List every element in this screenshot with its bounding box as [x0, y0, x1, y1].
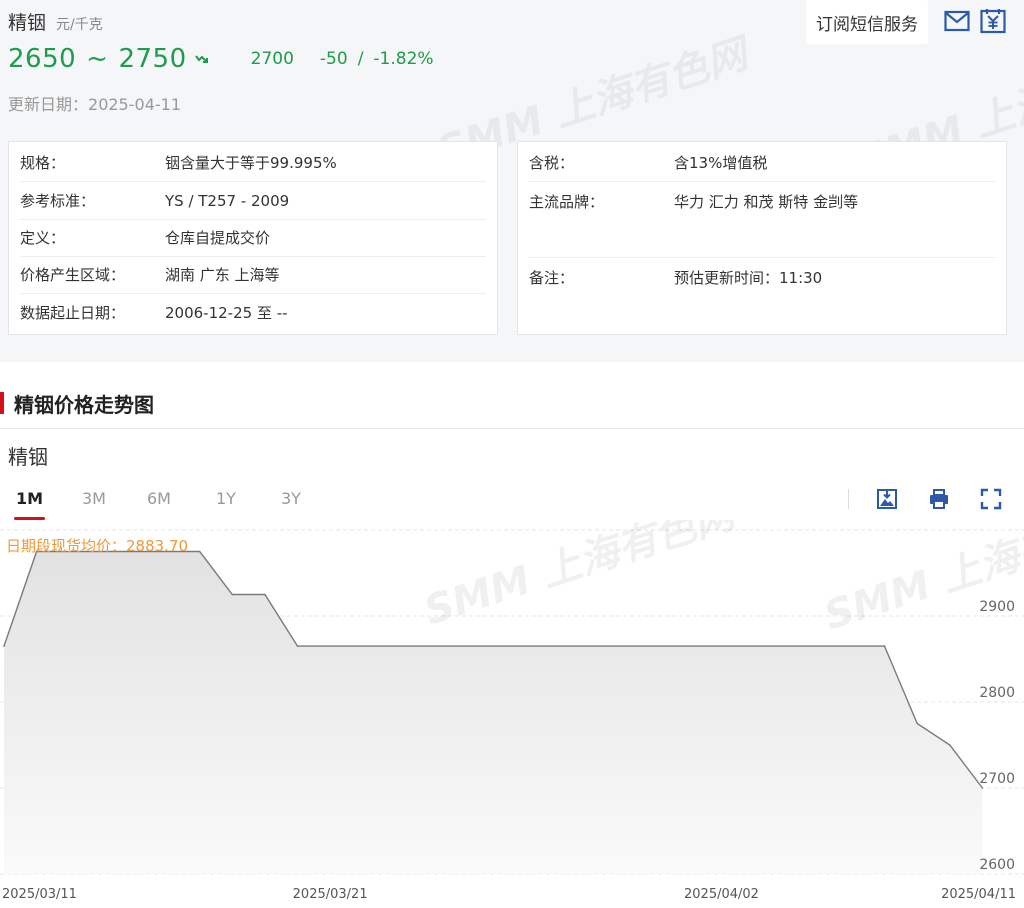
update-label: 更新日期：: [8, 95, 89, 114]
spec-value: 湖南 广东 上海等: [165, 266, 280, 284]
x-tick-label: 2025/03/21: [293, 887, 368, 902]
spec-row: 规格： 铟含量大于等于99.995%: [20, 144, 486, 182]
price-range-low: 2650: [8, 44, 77, 74]
average-price: 2700: [250, 49, 294, 69]
data-point: [198, 550, 201, 553]
trend-section-header: 精铟价格走势图: [0, 386, 154, 420]
subscribe-sms-button[interactable]: 订阅短信服务: [806, 0, 928, 44]
section-title: 精铟价格走势图: [14, 392, 154, 417]
spec-key: 定义：: [20, 229, 66, 247]
tab-3m[interactable]: 3M: [82, 488, 106, 520]
price-unit: 元/千克: [56, 17, 103, 33]
spec-key: 价格产生区域：: [20, 266, 126, 284]
chart-title: 精铟: [8, 445, 48, 469]
y-tick-label: 2700: [979, 771, 1015, 787]
x-tick-label: 2025/04/02: [684, 887, 759, 902]
toolbar-divider: [848, 489, 849, 509]
spec-value: 仓库自提成交价: [165, 229, 271, 247]
data-point: [231, 593, 234, 596]
product-title-row: 精铟 元/千克: [8, 8, 103, 35]
spec-row: 数据起止日期： 2006-12-25 至 --: [20, 293, 486, 331]
download-image-icon[interactable]: [876, 488, 898, 510]
data-point: [981, 787, 984, 789]
spec-value: 2006-12-25 至 --: [165, 303, 288, 322]
update-value: 2025-04-11: [88, 95, 181, 114]
spec-key: 规格：: [20, 154, 66, 172]
spec-row: 备注： 预估更新时间：11:30: [529, 258, 995, 296]
spec-value: 铟含量大于等于99.995%: [165, 154, 337, 172]
price-change-pct: -1.82%: [373, 49, 434, 69]
data-point: [948, 744, 951, 746]
data-point: [883, 645, 886, 647]
data-point: [3, 645, 5, 647]
x-tick-label: 2025/03/11: [2, 887, 77, 902]
price-row: 2650 ~ 2750 2700 -50 / -1.82%: [8, 44, 434, 74]
y-tick-label: 2900: [979, 599, 1015, 615]
tab-3y[interactable]: 3Y: [281, 488, 301, 520]
data-point: [264, 593, 266, 596]
price-trend-chart: SMM 上海有色网 SMM 上海有色网 2600 2700 2800 2900 202…: [0, 520, 1024, 902]
spec-row: 主流品牌： 华力 汇力 和茂 斯特 金剀等: [529, 182, 995, 258]
spec-key: 备注：: [529, 268, 575, 287]
spec-key: 数据起止日期：: [20, 303, 126, 322]
tab-6m[interactable]: 6M: [147, 488, 171, 520]
spec-key: 参考标准：: [20, 192, 96, 210]
product-name: 精铟: [8, 12, 47, 34]
price-change-sep: /: [357, 49, 364, 69]
section-accent-bar: [0, 392, 4, 414]
spec-key: 主流品牌：: [529, 193, 605, 211]
section-divider: [0, 428, 1024, 429]
y-tick-label: 2600: [979, 857, 1015, 873]
spec-value: 华力 汇力 和茂 斯特 金剀等: [674, 193, 859, 211]
price-info-panel: SMM 上海有色网 SMM 上海有色网 精铟 元/千克 2650 ~ 2750 …: [0, 0, 1024, 362]
down-trend-icon: [194, 55, 208, 63]
x-tick-label: 2025/04/11: [941, 887, 1016, 902]
spec-row: 定义： 仓库自提成交价: [20, 219, 486, 257]
spec-row: 参考标准： YS / T257 - 2009: [20, 182, 486, 220]
price-range-tilde: ~: [86, 44, 109, 74]
spec-key: 含税：: [529, 154, 575, 172]
data-point: [916, 722, 918, 725]
period-average-label: 日期段现货均价：2883.70: [6, 537, 189, 555]
price-range-high: 2750: [118, 44, 187, 74]
y-tick-label: 2800: [979, 685, 1015, 701]
spec-row: 价格产生区域： 湖南 广东 上海等: [20, 256, 486, 294]
watermark: SMM 上海有色网: [819, 520, 1024, 640]
tab-1y[interactable]: 1Y: [216, 488, 236, 520]
print-icon[interactable]: [928, 488, 950, 510]
data-point: [296, 645, 299, 647]
yuan-price-icon[interactable]: [980, 8, 1006, 34]
mail-icon[interactable]: [944, 8, 970, 34]
spec-value: 预估更新时间：11:30: [674, 268, 823, 287]
fullscreen-icon[interactable]: [980, 488, 1002, 510]
tab-1m[interactable]: 1M: [13, 488, 46, 520]
price-change: -50: [319, 49, 348, 69]
spec-card-right: 含税： 含13%增值税 主流品牌： 华力 汇力 和茂 斯特 金剀等 备注： 预估更新时…: [517, 141, 1007, 335]
spec-row: 含税： 含13%增值税: [529, 144, 995, 182]
spec-value: 含13%增值税: [674, 154, 768, 172]
update-date: 更新日期：2025-04-11: [8, 91, 181, 115]
spec-card-left: 规格： 铟含量大于等于99.995% 参考标准： YS / T257 - 2009 …: [8, 141, 498, 335]
watermark: SMM 上海有色网: [419, 520, 745, 635]
spec-value: YS / T257 - 2009: [165, 191, 290, 210]
